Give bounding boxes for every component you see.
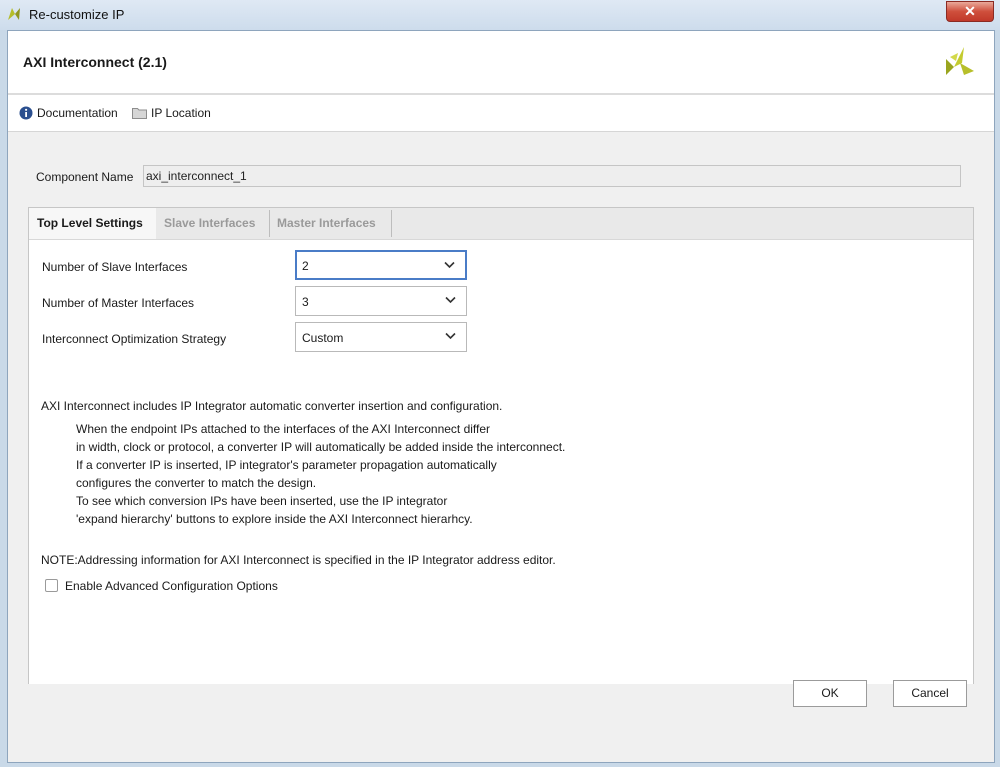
- ip-location-link[interactable]: IP Location: [132, 106, 211, 120]
- toolbar: Documentation IP Location: [8, 95, 994, 132]
- tab-slave-interfaces[interactable]: Slave Interfaces: [156, 208, 269, 239]
- slave-interfaces-label: Number of Slave Interfaces: [42, 260, 188, 274]
- description-line: configures the converter to match the de…: [76, 476, 317, 490]
- dialog-client: AXI Interconnect (2.1) Documentation IP …: [7, 30, 995, 763]
- description-line: 'expand hierarchy' buttons to explore in…: [76, 512, 473, 526]
- window-titlebar: Re-customize IP ✕: [0, 0, 1000, 30]
- info-icon: [19, 106, 33, 120]
- tab-separator: [391, 210, 392, 237]
- cancel-button[interactable]: Cancel: [893, 680, 967, 707]
- header-panel: AXI Interconnect (2.1): [8, 31, 994, 95]
- advanced-options-checkbox[interactable]: [45, 579, 58, 592]
- description-line: If a converter IP is inserted, IP integr…: [76, 458, 497, 472]
- chevron-down-icon: [444, 261, 455, 269]
- tab-top-level-settings[interactable]: Top Level Settings: [29, 208, 156, 239]
- slave-interfaces-select[interactable]: 2: [295, 250, 467, 280]
- description-line: in width, clock or protocol, a converter…: [76, 440, 566, 454]
- component-name-label: Component Name: [36, 170, 134, 184]
- description-intro: AXI Interconnect includes IP Integrator …: [41, 399, 503, 413]
- optimization-strategy-value: Custom: [302, 331, 344, 345]
- main-content: Component Name axi_interconnect_1 Top Le…: [8, 132, 994, 762]
- folder-icon: [132, 108, 147, 119]
- chevron-down-icon: [445, 296, 456, 304]
- chevron-down-icon: [445, 332, 456, 340]
- description-line: To see which conversion IPs have been in…: [76, 494, 448, 508]
- master-interfaces-value: 3: [302, 295, 309, 309]
- description-line: When the endpoint IPs attached to the in…: [76, 422, 491, 436]
- master-interfaces-label: Number of Master Interfaces: [42, 296, 195, 310]
- ok-button[interactable]: OK: [793, 680, 867, 707]
- window-title: Re-customize IP: [29, 7, 125, 22]
- advanced-options-label[interactable]: Enable Advanced Configuration Options: [65, 579, 278, 593]
- close-icon: ✕: [964, 3, 976, 19]
- optimization-strategy-label: Interconnect Optimization Strategy: [42, 332, 227, 346]
- master-interfaces-select[interactable]: 3: [295, 286, 467, 316]
- app-logo-icon: [8, 8, 20, 20]
- address-note: NOTE:Addressing information for AXI Inte…: [41, 553, 556, 567]
- xilinx-logo-icon: [946, 47, 974, 75]
- tab-master-interfaces[interactable]: Master Interfaces: [269, 208, 391, 239]
- settings-tabs: Top Level Settings Slave Interfaces Mast…: [28, 207, 974, 684]
- slave-interfaces-value: 2: [302, 259, 309, 273]
- component-name-field[interactable]: axi_interconnect_1: [143, 165, 961, 187]
- documentation-label: Documentation: [37, 106, 118, 120]
- ip-location-label: IP Location: [151, 106, 211, 120]
- window-close-button[interactable]: ✕: [946, 1, 994, 22]
- documentation-link[interactable]: Documentation: [19, 106, 118, 120]
- page-title: AXI Interconnect (2.1): [23, 54, 167, 70]
- optimization-strategy-select[interactable]: Custom: [295, 322, 467, 352]
- tab-panel-top-level-settings: Number of Slave Interfaces 2 Number of M…: [29, 239, 973, 684]
